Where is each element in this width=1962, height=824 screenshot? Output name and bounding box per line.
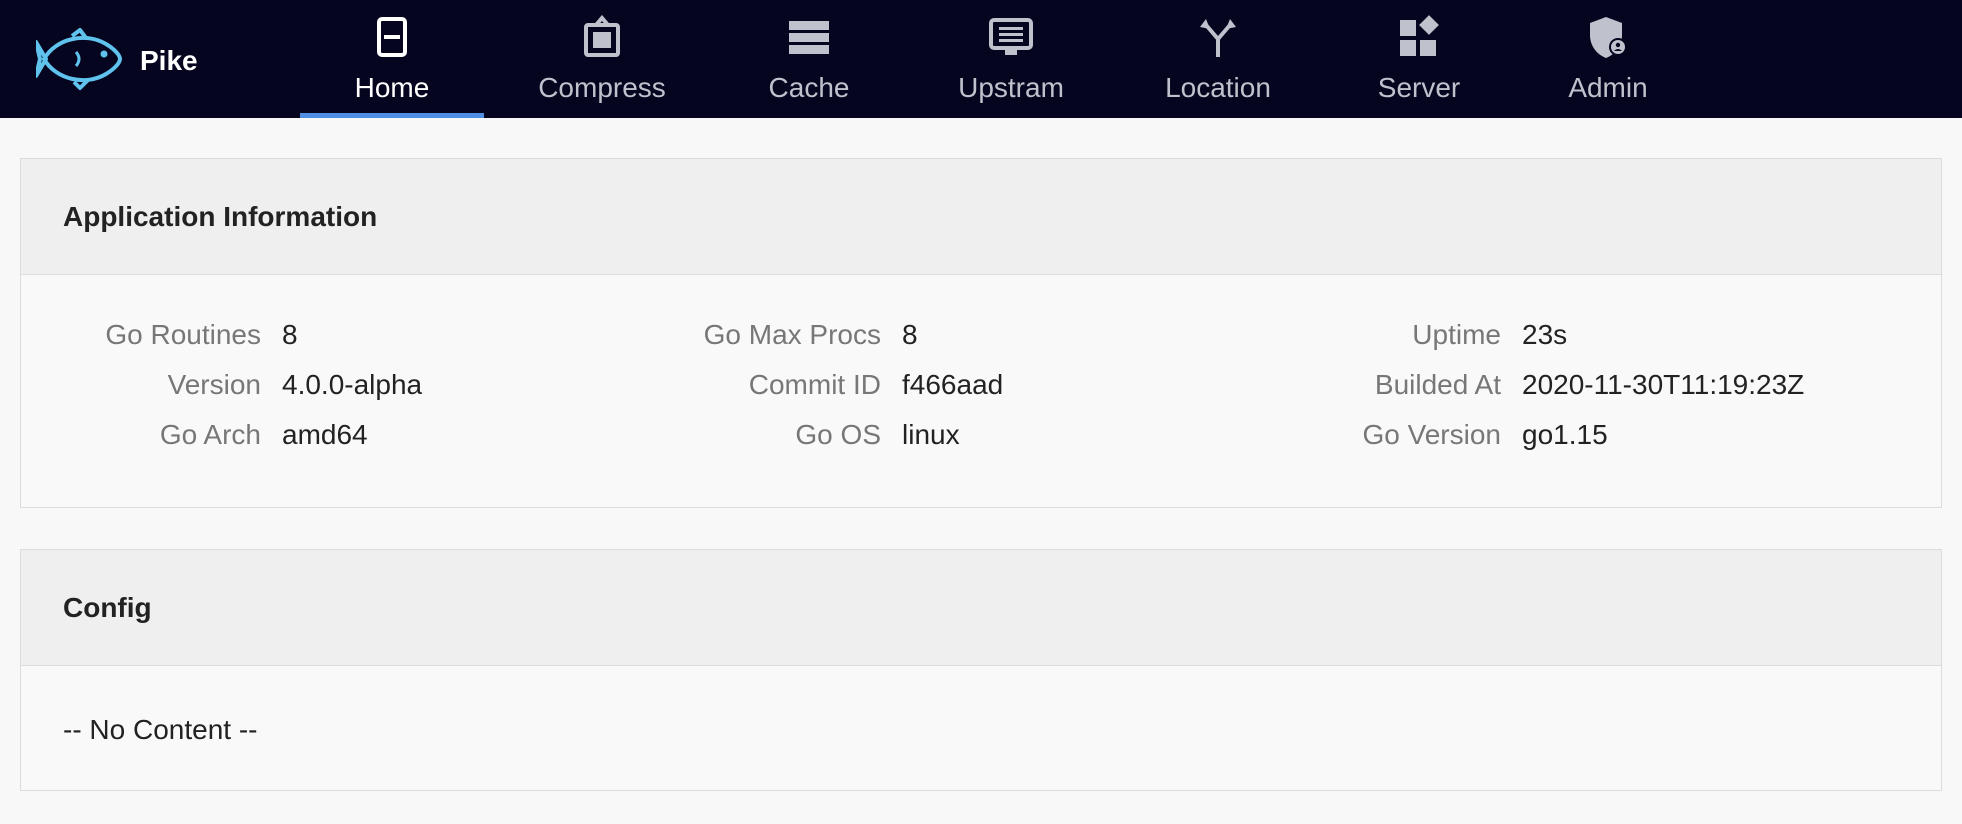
app-logo[interactable]: Pike	[34, 27, 198, 95]
nav-item-server[interactable]: Server	[1362, 0, 1476, 118]
nav-label-admin: Admin	[1568, 72, 1648, 103]
app-name: Pike	[140, 45, 198, 76]
nav-item-cache[interactable]: Cache	[752, 0, 866, 118]
nav-label-compress: Compress	[538, 72, 666, 103]
cache-icon	[786, 14, 832, 60]
app-info-grid: Go Routines 8 Go Max Procs 8 Uptime 23s …	[105, 319, 1805, 450]
top-navbar: Pike Home Compress Cache Upstram Locatio…	[0, 0, 1962, 118]
app-info-card: Application Information Go Routines 8 Go…	[20, 158, 1942, 508]
home-icon	[369, 14, 415, 60]
nav-label-cache: Cache	[768, 72, 850, 103]
location-icon	[1195, 14, 1241, 60]
config-card: Config -- No Content --	[20, 549, 1942, 791]
nav-item-compress[interactable]: Compress	[522, 0, 682, 118]
app-info-title: Application Information	[21, 159, 1941, 275]
upstream-icon	[988, 14, 1034, 60]
nav-item-admin[interactable]: Admin	[1554, 0, 1662, 118]
compress-icon	[579, 14, 625, 60]
config-title: Config	[21, 550, 1941, 666]
fish-icon	[34, 27, 123, 95]
nav-label-location: Location	[1165, 72, 1271, 103]
nav-label-home: Home	[354, 72, 430, 103]
main-content: Application Information Go Routines 8 Go…	[0, 118, 1962, 824]
nav-item-home[interactable]: Home	[300, 0, 484, 118]
server-icon	[1396, 14, 1442, 60]
nav-label-upstram: Upstram	[958, 72, 1064, 103]
config-empty-text: -- No Content --	[63, 714, 258, 745]
nav-item-location[interactable]: Location	[1152, 0, 1284, 118]
admin-icon	[1585, 14, 1631, 60]
nav-label-server: Server	[1377, 72, 1461, 103]
nav-item-upstram[interactable]: Upstram	[940, 0, 1082, 118]
